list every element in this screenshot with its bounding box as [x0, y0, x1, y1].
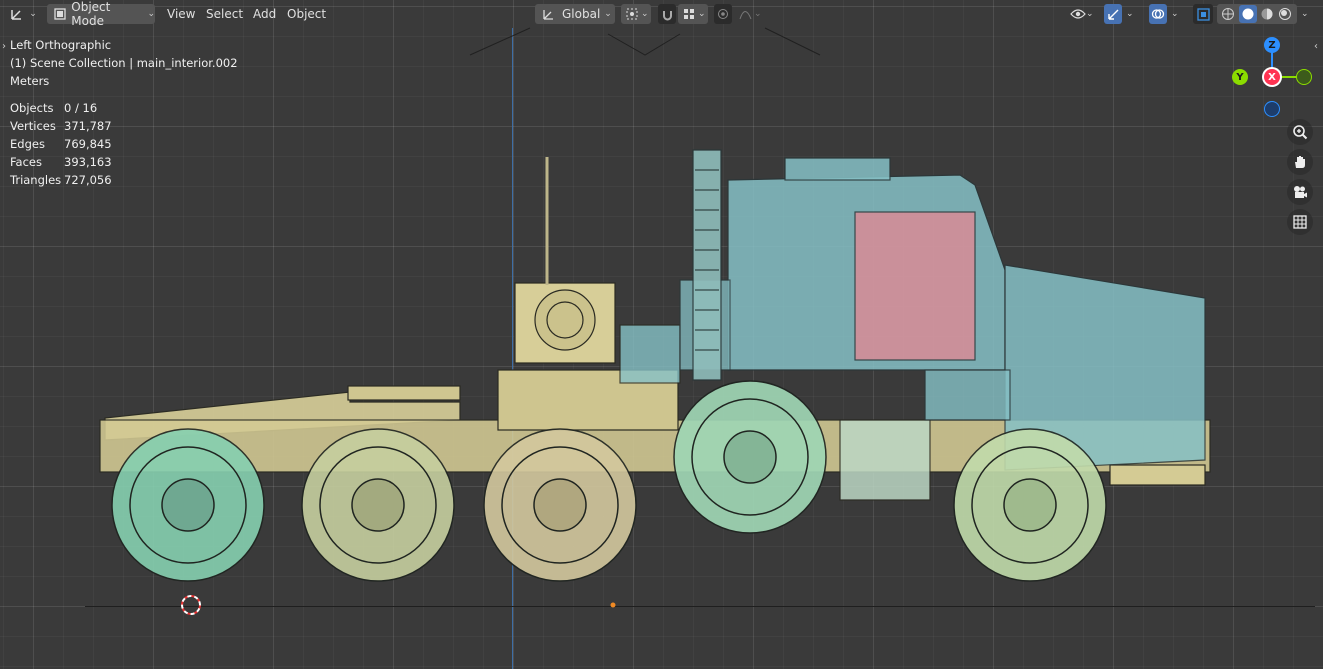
stat-label: Vertices [10, 119, 56, 133]
origin-point [610, 602, 616, 608]
chevron-down-icon: ⌄ [147, 9, 155, 19]
rendered-shading-icon[interactable] [1277, 6, 1293, 22]
wheel-2 [301, 428, 455, 582]
gizmo-icon [1105, 6, 1121, 22]
gizmo-toggle[interactable] [1104, 4, 1122, 24]
wheel-5 [953, 428, 1107, 582]
gizmo-neg-z-axis[interactable] [1264, 101, 1280, 117]
menu-add[interactable]: Add [253, 4, 276, 24]
grid-ortho-icon [1292, 214, 1308, 230]
snap-grid-icon [681, 6, 697, 22]
menu-object[interactable]: Object [287, 4, 326, 24]
xray-toggle[interactable] [1193, 4, 1213, 24]
stat-row: Vertices 371,787 [10, 117, 112, 135]
collection-line: (1) Scene Collection | main_interior.002 [10, 56, 238, 70]
shading-dropdown[interactable]: ⌄ [1299, 4, 1313, 24]
pan-button[interactable] [1287, 149, 1313, 175]
magnet-icon [659, 6, 675, 22]
chevron-down-icon: ⌄ [754, 9, 762, 19]
snap-toggle[interactable] [658, 4, 676, 24]
stat-row: Faces 393,163 [10, 153, 112, 171]
stat-value: 0 / 16 [64, 101, 98, 115]
axis-transform-icon [9, 6, 25, 22]
shading-mode-group [1217, 4, 1297, 24]
pivot-point-icon [624, 6, 640, 22]
units-label: Meters [10, 74, 50, 88]
menu-view[interactable]: View [167, 4, 195, 24]
scene-statistics: Objects 0 / 16 Vertices 371,787 Edges 769,8… [10, 99, 112, 189]
gizmo-z-axis[interactable]: Z [1264, 37, 1280, 53]
gizmo-neg-y-axis[interactable] [1296, 69, 1312, 85]
wheel-3 [483, 428, 637, 582]
orientation-label: Global [562, 7, 601, 21]
camera-view-button[interactable] [1287, 179, 1313, 205]
chevron-down-icon: ⌄ [1086, 9, 1094, 19]
falloff-curve-icon [737, 6, 753, 22]
menu-select[interactable]: Select [206, 4, 243, 24]
proportional-falloff-button[interactable]: ⌄ [734, 4, 764, 24]
mode-label: Object Mode [71, 0, 111, 28]
3d-cursor [181, 595, 201, 615]
chevron-down-icon: ⌄ [604, 9, 612, 19]
stat-value: 371,787 [64, 119, 112, 133]
chevron-down-icon: ⌄ [1301, 9, 1309, 19]
snap-target-button[interactable]: ⌄ [678, 4, 708, 24]
hand-pan-icon [1292, 154, 1308, 170]
toolbar-expand-arrow[interactable]: › [2, 41, 6, 52]
wheel-1 [111, 428, 265, 582]
truck-model[interactable] [0, 0, 1323, 669]
chevron-down-icon: ⌄ [698, 9, 706, 19]
view-name: Left Orthographic [10, 38, 112, 52]
chevron-down-icon: ⌄ [29, 9, 37, 19]
stat-value: 393,163 [64, 155, 112, 169]
wheel-4 [673, 380, 827, 534]
gizmo-dropdown[interactable]: ⌄ [1124, 4, 1138, 24]
solid-shading-icon[interactable] [1239, 5, 1257, 23]
zoom-button[interactable] [1287, 119, 1313, 145]
material-preview-icon[interactable] [1259, 6, 1275, 22]
stat-label: Triangles [10, 173, 62, 187]
proportional-edit-icon [715, 6, 731, 22]
stat-row: Edges 769,845 [10, 135, 112, 153]
viewport-info: Left Orthographic (1) Scene Collection |… [10, 36, 238, 90]
visibility-button[interactable]: ⌄ [1068, 4, 1098, 24]
mode-select[interactable]: Object Mode ⌄ [47, 0, 155, 28]
stat-label: Edges [10, 137, 45, 151]
stat-label: Faces [10, 155, 42, 169]
eye-icon [1070, 6, 1086, 22]
camera-icon [1292, 184, 1308, 200]
stat-row: Objects 0 / 16 [10, 99, 112, 117]
chevron-down-icon: ⌄ [1126, 9, 1134, 19]
overlay-toggle[interactable] [1149, 4, 1167, 24]
object-mode-icon [52, 6, 67, 22]
ortho-toggle-button[interactable] [1287, 209, 1313, 235]
viewport-header: ⌄ Object Mode ⌄ View Select Add Object G… [0, 0, 1323, 28]
proportional-edit-toggle[interactable] [714, 4, 732, 24]
gizmo-y-axis[interactable]: Y [1232, 69, 1248, 85]
orientation-select[interactable]: Global ⌄ [535, 4, 615, 24]
orientation-icon [540, 6, 556, 22]
chevron-down-icon: ⌄ [1171, 9, 1179, 19]
pivot-point-button[interactable]: ⌄ [621, 4, 651, 24]
stat-label: Objects [10, 101, 54, 115]
overlay-icon [1150, 6, 1166, 22]
stat-value: 727,056 [64, 173, 112, 187]
stat-row: Triangles 727,056 [10, 171, 112, 189]
zoom-icon [1292, 124, 1308, 140]
stat-value: 769,845 [64, 137, 112, 151]
gizmo-x-axis[interactable]: X [1264, 69, 1280, 85]
wireframe-shading-icon[interactable] [1220, 6, 1236, 22]
overlay-dropdown[interactable]: ⌄ [1169, 4, 1183, 24]
xray-icon [1195, 6, 1211, 22]
chevron-down-icon: ⌄ [641, 9, 649, 19]
editor-type-button[interactable]: ⌄ [6, 4, 40, 24]
